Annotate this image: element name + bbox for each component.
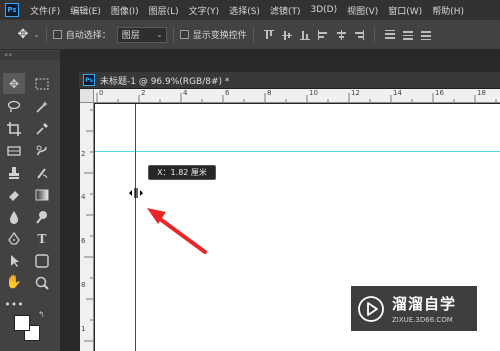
menu-select[interactable]: 选择(S) xyxy=(224,4,265,17)
ruler-label: 2 xyxy=(81,150,86,158)
menu-layer[interactable]: 图层(L) xyxy=(144,4,184,17)
foreground-color-swatch[interactable] xyxy=(14,315,30,331)
ruler-label: 18 xyxy=(477,89,486,97)
left-ruler[interactable]: 2 4 6 8 1 xyxy=(80,103,94,351)
menu-window[interactable]: 窗口(W) xyxy=(383,4,427,17)
horizontal-guide[interactable] xyxy=(95,151,500,152)
menu-image[interactable]: 图像(I) xyxy=(106,4,144,17)
align-left-icon[interactable] xyxy=(317,29,329,41)
crop-tool-icon[interactable] xyxy=(3,118,25,139)
dodge-tool-icon[interactable] xyxy=(31,206,53,227)
auto-select-value: 图层 xyxy=(121,31,140,41)
ruler-label: 6 xyxy=(81,237,86,245)
options-bar: ✥ ⌄ 自动选择： 图层 ⌄ 显示变换控件 xyxy=(0,20,500,50)
align-vertical-center-icon[interactable] xyxy=(281,29,293,41)
menu-edit[interactable]: 编辑(E) xyxy=(65,4,106,17)
distribute-top-icon[interactable] xyxy=(384,29,396,41)
ruler-label: 2 xyxy=(141,89,146,97)
auto-select-label: 自动选择： xyxy=(65,31,111,41)
align-horizontal-center-icon[interactable] xyxy=(335,29,347,41)
photoshop-file-icon: Ps xyxy=(83,74,95,86)
align-top-icon[interactable] xyxy=(263,29,275,41)
ruler-label: 4 xyxy=(81,193,86,201)
clone-stamp-icon[interactable] xyxy=(3,162,25,183)
rectangular-marquee-icon[interactable] xyxy=(31,73,53,94)
auto-select-dropdown[interactable]: 图层 ⌄ xyxy=(116,26,167,43)
frame-tool-icon[interactable] xyxy=(3,140,25,161)
show-transform-checkbox[interactable] xyxy=(179,30,189,39)
lasso-tool-icon[interactable] xyxy=(3,96,25,117)
ruler-label: 1 xyxy=(81,325,86,333)
ruler-label: 6 xyxy=(225,89,230,97)
zixue-play-logo-icon xyxy=(358,295,384,322)
gradient-tool-icon[interactable] xyxy=(31,184,53,205)
toolbar: ✥ T ✋ ••• xyxy=(1,70,59,351)
ruler-label: 4 xyxy=(183,89,188,97)
menu-bar: Ps 文件(F) 编辑(E) 图像(I) 图层(L) 文字(Y) 选择(S) 滤… xyxy=(0,0,500,20)
distribute-bottom-icon[interactable] xyxy=(420,29,432,41)
eraser-icon[interactable] xyxy=(3,184,25,205)
guide-position-tooltip: X：1.82 厘米 xyxy=(148,165,216,180)
type-tool-icon[interactable]: T xyxy=(31,228,53,249)
healing-brush-icon[interactable] xyxy=(31,140,53,161)
panel-collapse-button[interactable]: «« xyxy=(0,51,60,60)
ruler-label: 12 xyxy=(351,89,360,97)
magic-wand-icon[interactable] xyxy=(31,96,53,117)
photoshop-logo-icon: Ps xyxy=(5,3,19,17)
ruler-label: 8 xyxy=(81,281,86,289)
move-tool-preset-icon[interactable]: ✥ xyxy=(16,27,30,42)
ruler-label: 14 xyxy=(393,89,402,97)
auto-select-checkbox[interactable] xyxy=(52,30,62,39)
swap-colors-icon[interactable]: ↰ xyxy=(38,310,45,319)
menu-filter[interactable]: 滤镜(T) xyxy=(265,4,306,17)
align-bottom-icon[interactable] xyxy=(299,29,311,41)
watermark-title: 溜溜自学 xyxy=(392,295,457,313)
top-ruler[interactable]: 0 2 4 6 8 10 12 14 16 18 xyxy=(94,89,500,103)
blur-tool-icon[interactable] xyxy=(3,206,25,227)
divider xyxy=(172,26,174,43)
align-right-icon[interactable] xyxy=(353,29,365,41)
chevron-down-icon[interactable]: ⌄ xyxy=(33,30,40,39)
watermark: 溜溜自学 ZIXUE.3D66.COM xyxy=(351,286,477,331)
vertical-guide-being-dragged[interactable] xyxy=(135,104,136,351)
distribute-vertical-center-icon[interactable] xyxy=(402,29,414,41)
history-brush-icon[interactable] xyxy=(31,162,53,183)
divider xyxy=(252,26,254,43)
zoom-tool-icon[interactable] xyxy=(31,272,53,293)
rectangle-tool-icon[interactable] xyxy=(31,250,53,271)
watermark-url: ZIXUE.3D66.COM xyxy=(392,316,453,324)
ruler-label: 10 xyxy=(309,89,318,97)
more-tools-icon[interactable]: ••• xyxy=(3,294,25,315)
menu-3d[interactable]: 3D(D) xyxy=(305,5,342,15)
menu-file[interactable]: 文件(F) xyxy=(25,4,65,17)
move-tool-icon[interactable]: ✥ xyxy=(3,73,25,94)
show-transform-label: 显示变换控件 xyxy=(192,31,247,41)
menu-view[interactable]: 视图(V) xyxy=(342,4,383,17)
document-tab[interactable]: Ps 未标题-1 @ 96.9%(RGB/8#) * xyxy=(79,72,500,89)
menu-type[interactable]: 文字(Y) xyxy=(184,4,225,17)
document-title: 未标题-1 @ 96.9%(RGB/8#) * xyxy=(100,76,230,87)
hand-tool-icon[interactable]: ✋ xyxy=(3,272,25,293)
ruler-label: 0 xyxy=(99,89,104,97)
ruler-label: 16 xyxy=(435,89,444,97)
path-selection-icon[interactable] xyxy=(3,250,25,271)
menu-help[interactable]: 帮助(H) xyxy=(427,4,469,17)
ruler-origin[interactable] xyxy=(80,89,94,103)
ruler-label: 8 xyxy=(267,89,272,97)
divider xyxy=(373,26,375,43)
divider xyxy=(45,26,47,43)
chevron-down-icon: ⌄ xyxy=(156,29,163,39)
move-guide-cursor-icon xyxy=(129,188,143,198)
eyedropper-icon[interactable] xyxy=(31,118,53,139)
pen-tool-icon[interactable] xyxy=(3,228,25,249)
